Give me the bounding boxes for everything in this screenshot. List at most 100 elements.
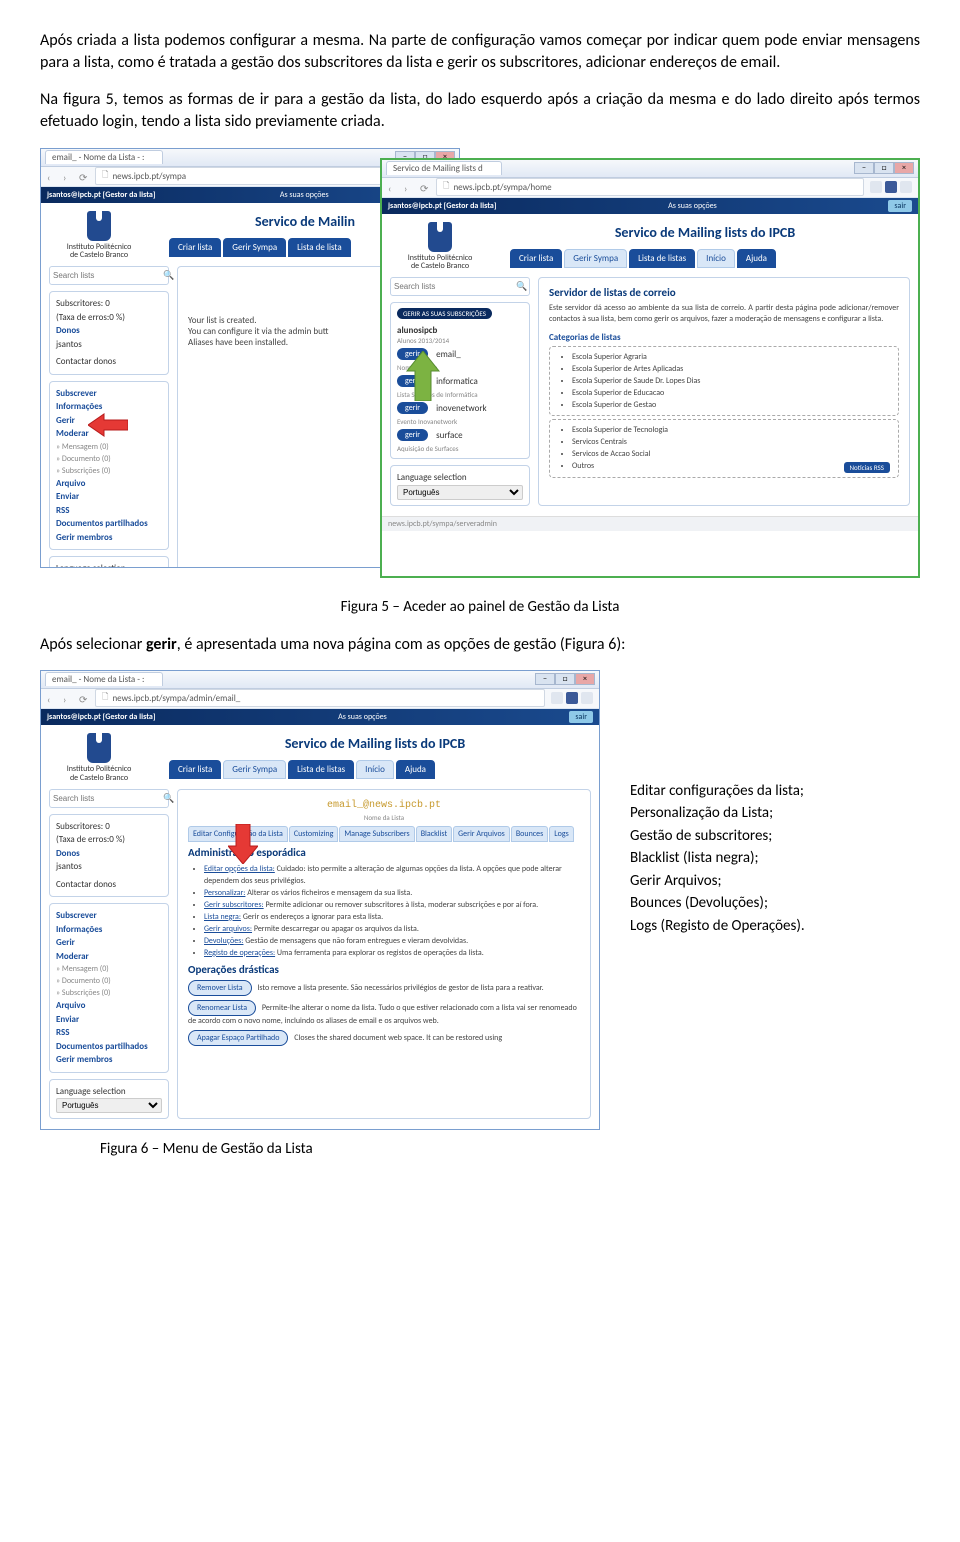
category-link[interactable]: Escola Superior de Artes Aplicadas — [572, 363, 890, 375]
category-link[interactable]: Escola Superior de Saude Dr. Lopes Dias — [572, 375, 890, 387]
status-line: news.ipcb.pt/sympa/serveradmin — [382, 516, 918, 531]
remove-list-button[interactable]: Remover Lista — [188, 980, 252, 996]
facebook-icon[interactable] — [566, 692, 578, 704]
subtab-blacklist[interactable]: Blacklist — [416, 826, 452, 842]
subtab-bounces[interactable]: Bounces — [511, 826, 548, 842]
category-link[interactable]: Escola Superior de Tecnologia — [572, 424, 890, 436]
rss-badge[interactable]: Notícias RSS — [844, 462, 891, 473]
admin-link-blacklist[interactable]: Lista negra: — [204, 912, 241, 922]
sidebar-shared-docs[interactable]: Documentos partilhados — [56, 1040, 162, 1054]
menu-icon[interactable] — [900, 181, 912, 193]
search-icon[interactable]: 🔍 — [163, 793, 173, 804]
window-close-icon[interactable]: × — [575, 673, 595, 685]
ext-icon[interactable] — [551, 692, 563, 704]
gerir-pill[interactable]: gerir — [397, 402, 428, 414]
subtab-customizing[interactable]: Customizing — [289, 826, 339, 842]
contact-owners-link[interactable]: Contactar donos — [56, 355, 162, 369]
category-link[interactable]: Escola Superior de Educacao — [572, 387, 890, 399]
menu-icon[interactable] — [581, 692, 593, 704]
language-select[interactable]: Português — [397, 485, 523, 500]
user-options-link[interactable]: As suas opções — [155, 712, 569, 722]
browser-tab[interactable]: email_ - Nome da Lista - : — [45, 150, 163, 164]
search-icon[interactable]: 🔍 — [163, 270, 173, 281]
tab-gerir-sympa[interactable]: Gerir Sympa — [564, 249, 627, 268]
nav-forward-icon[interactable]: › — [63, 693, 73, 703]
search-lists-input[interactable]: 🔍 — [49, 266, 169, 285]
sidebar-archive[interactable]: Arquivo — [56, 999, 162, 1013]
nav-forward-icon[interactable]: › — [63, 171, 73, 181]
browser-tab[interactable]: Servico de Mailing lists d — [386, 161, 502, 175]
address-bar[interactable]: 🗋news.ipcb.pt/sympa — [95, 167, 405, 185]
facebook-icon[interactable] — [885, 181, 897, 193]
tab-inicio[interactable]: Início — [356, 760, 394, 779]
sidebar-send[interactable]: Enviar — [56, 1013, 162, 1027]
sidebar-shared-docs[interactable]: Documentos partilhados — [56, 517, 162, 531]
admin-link-edit[interactable]: Editar opções da lista: — [204, 864, 275, 874]
subtab-gerir-arquivos[interactable]: Gerir Arquivos — [453, 826, 510, 842]
contact-owners-link[interactable]: Contactar donos — [56, 878, 162, 892]
green-arrow-icon — [405, 351, 441, 401]
tab-criar-lista[interactable]: Criar lista — [169, 760, 221, 779]
language-select[interactable]: Português — [56, 1098, 162, 1113]
search-lists-input[interactable]: 🔍 — [390, 277, 530, 296]
sidebar-manage-members[interactable]: Gerir membros — [56, 1053, 162, 1067]
admin-link-bounces[interactable]: Devoluções: — [204, 936, 243, 946]
category-link[interactable]: Servicos de Accao Social — [572, 448, 890, 460]
nav-reload-icon[interactable]: ⟳ — [79, 693, 89, 703]
sidebar-subscribe[interactable]: Subscrever — [56, 387, 162, 401]
tab-gerir-sympa[interactable]: Gerir Sympa — [223, 760, 286, 779]
admin-link-archives[interactable]: Gerir arquivos: — [204, 924, 252, 934]
browser-tab[interactable]: email_ - Nome da Lista - : — [45, 672, 163, 686]
nav-reload-icon[interactable]: ⟳ — [79, 171, 89, 181]
admin-link-logs[interactable]: Registo de operações: — [204, 948, 275, 958]
nav-back-icon[interactable]: ‹ — [388, 182, 398, 192]
admin-link-personalize[interactable]: Personalizar: — [204, 888, 245, 898]
tab-lista-de-listas[interactable]: Lista de listas — [629, 249, 695, 268]
gerir-pill[interactable]: gerir — [397, 429, 428, 441]
tab-ajuda[interactable]: Ajuda — [396, 760, 435, 779]
address-bar[interactable]: 🗋news.ipcb.pt/sympa/home — [436, 178, 864, 196]
nav-back-icon[interactable]: ‹ — [47, 693, 57, 703]
sidebar-manage-members[interactable]: Gerir membros — [56, 531, 162, 545]
logout-button[interactable]: sair — [888, 200, 912, 212]
admin-link-subscribers[interactable]: Gerir subscritores: — [204, 900, 264, 910]
sidebar-subscribe[interactable]: Subscrever — [56, 909, 162, 923]
category-link[interactable]: Escola Superior de Gestao — [572, 399, 890, 411]
category-link[interactable]: Outros — [572, 460, 890, 472]
nav-forward-icon[interactable]: › — [404, 182, 414, 192]
nav-back-icon[interactable]: ‹ — [47, 171, 57, 181]
tab-ajuda[interactable]: Ajuda — [737, 249, 776, 268]
sidebar-rss[interactable]: RSS — [56, 504, 162, 518]
tab-inicio[interactable]: Início — [697, 249, 735, 268]
list-item[interactable]: alunosipcb — [397, 325, 523, 336]
rename-list-button[interactable]: Renomear Lista — [188, 1000, 256, 1016]
tab-lista-de-listas[interactable]: Lista de listas — [288, 760, 354, 779]
subtab-manage-subscribers[interactable]: Manage Subscribers — [339, 826, 414, 842]
tab-criar-lista[interactable]: Criar lista — [169, 238, 221, 257]
window-close-icon[interactable]: × — [894, 162, 914, 174]
tab-gerir-sympa[interactable]: Gerir Sympa — [223, 238, 286, 257]
window-minimize-icon[interactable]: − — [854, 162, 874, 174]
window-maximize-icon[interactable]: □ — [874, 162, 894, 174]
category-link[interactable]: Servicos Centrais — [572, 436, 890, 448]
sidebar-archive[interactable]: Arquivo — [56, 477, 162, 491]
subtab-logs[interactable]: Logs — [549, 826, 573, 842]
window-maximize-icon[interactable]: □ — [555, 673, 575, 685]
search-icon[interactable]: 🔍 — [516, 281, 526, 292]
sidebar-info[interactable]: Informações — [56, 923, 162, 937]
address-bar[interactable]: 🗋news.ipcb.pt/sympa/admin/email_ — [95, 689, 545, 707]
sidebar-moderate[interactable]: Moderar — [56, 950, 162, 964]
tab-criar-lista[interactable]: Criar lista — [510, 249, 562, 268]
logout-button[interactable]: sair — [569, 711, 593, 723]
nav-reload-icon[interactable]: ⟳ — [420, 182, 430, 192]
ext-icon[interactable] — [870, 181, 882, 193]
sidebar-gerir[interactable]: Gerir — [56, 936, 162, 950]
window-minimize-icon[interactable]: − — [535, 673, 555, 685]
user-options-link[interactable]: As suas opções — [496, 201, 888, 211]
sidebar-send[interactable]: Enviar — [56, 490, 162, 504]
sidebar-rss[interactable]: RSS — [56, 1026, 162, 1040]
delete-shared-button[interactable]: Apagar Espaço Partilhado — [188, 1030, 288, 1046]
category-link[interactable]: Escola Superior Agraria — [572, 351, 890, 363]
tab-lista-de-listas[interactable]: Lista de lista — [288, 238, 351, 257]
search-lists-input[interactable]: 🔍 — [49, 789, 169, 808]
